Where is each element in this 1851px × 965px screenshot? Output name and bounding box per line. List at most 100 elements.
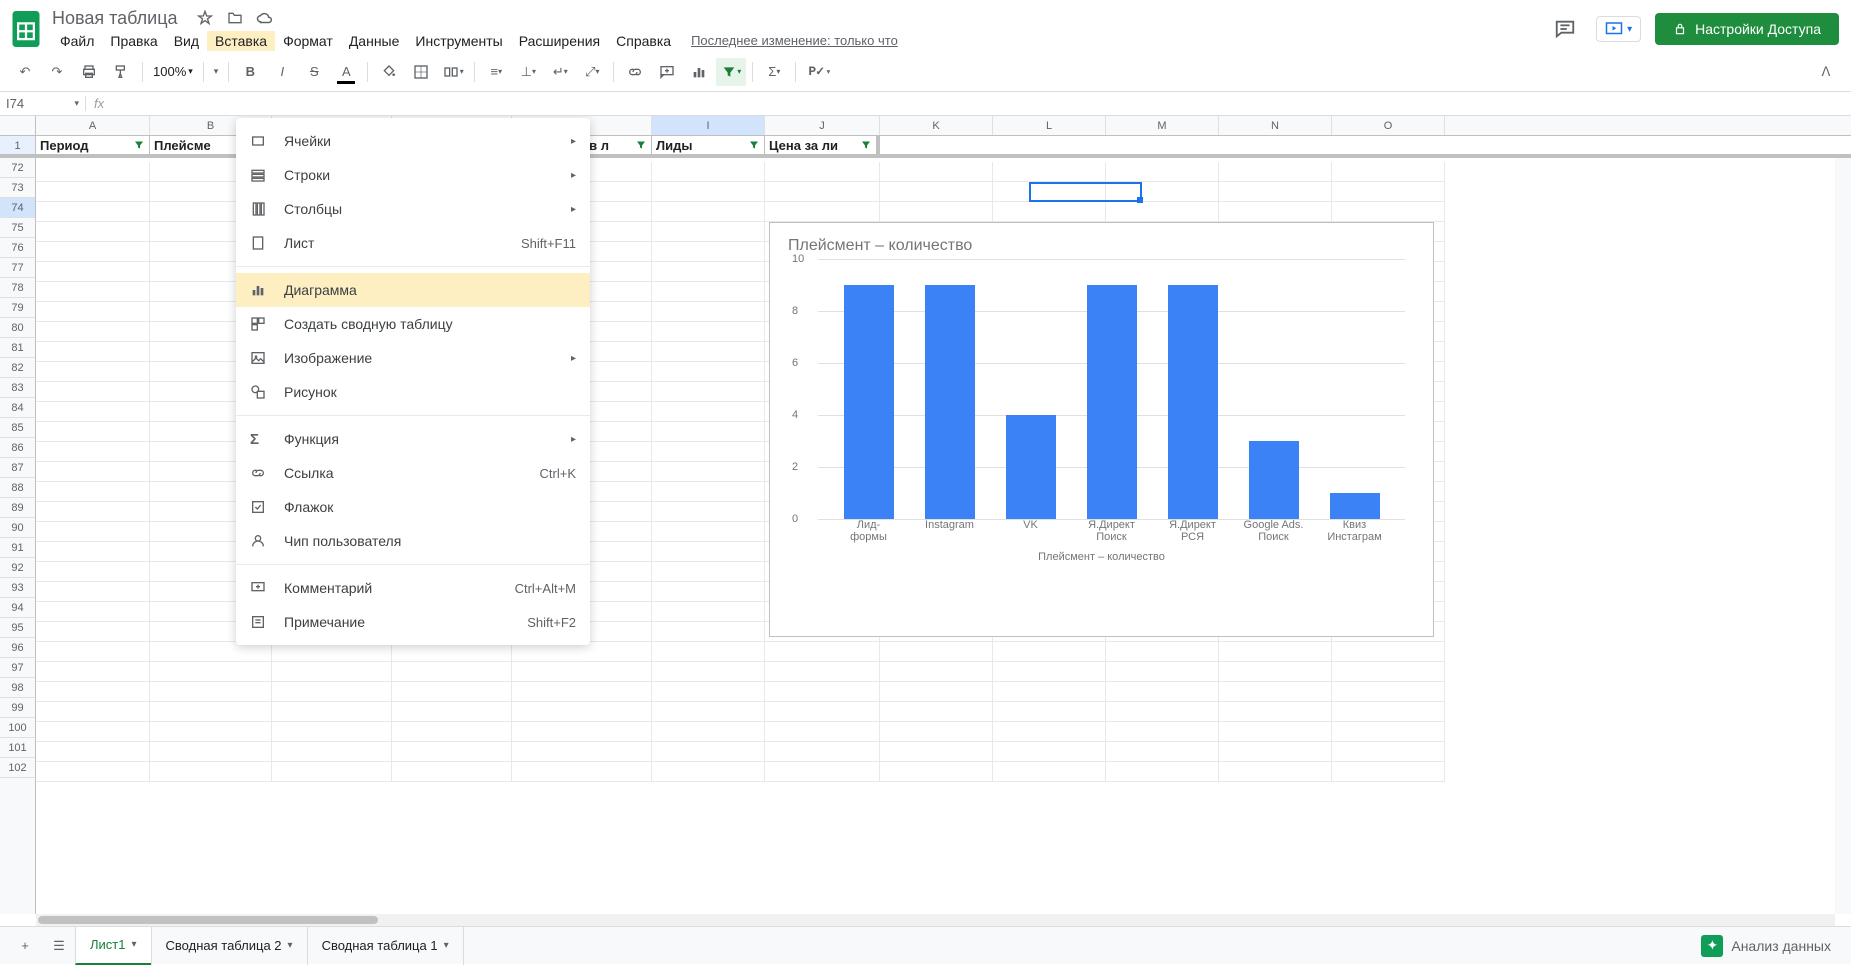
sheet-tab[interactable]: Лист1▾ [75, 927, 152, 965]
filter-button[interactable]: ▾ [716, 58, 746, 86]
rotate-button[interactable]: ⤢▾ [577, 58, 607, 86]
row-header-73[interactable]: 73 [0, 178, 35, 198]
menu-item-pivot[interactable]: Создать сводную таблицу [236, 307, 590, 341]
menu-вставка[interactable]: Вставка [207, 31, 275, 51]
share-button[interactable]: Настройки Доступа [1655, 13, 1839, 45]
borders-button[interactable] [406, 58, 436, 86]
menu-справка[interactable]: Справка [608, 31, 679, 51]
menu-item-function[interactable]: ΣФункция▸ [236, 422, 590, 456]
menu-item-drawing[interactable]: Рисунок [236, 375, 590, 409]
menu-формат[interactable]: Формат [275, 31, 341, 51]
menu-item-chart[interactable]: Диаграмма [236, 273, 590, 307]
menu-item-note[interactable]: ПримечаниеShift+F2 [236, 605, 590, 639]
row-header-101[interactable]: 101 [0, 738, 35, 758]
explore-button[interactable]: ✦ Анализ данных [1701, 935, 1843, 957]
menu-инструменты[interactable]: Инструменты [407, 31, 510, 51]
col-header-A[interactable]: A [36, 116, 150, 135]
strike-button[interactable]: S [299, 58, 329, 86]
halign-button[interactable]: ≡▾ [481, 58, 511, 86]
row-header-90[interactable]: 90 [0, 518, 35, 538]
sheet-menu-icon[interactable]: ▾ [288, 940, 293, 951]
fill-color-button[interactable] [374, 58, 404, 86]
zoom-select[interactable]: 100% ▾ [149, 64, 197, 79]
row-header-95[interactable]: 95 [0, 618, 35, 638]
row-header-99[interactable]: 99 [0, 698, 35, 718]
row-header-96[interactable]: 96 [0, 638, 35, 658]
filter-icon[interactable] [635, 139, 647, 151]
menu-item-comment[interactable]: КомментарийCtrl+Alt+M [236, 571, 590, 605]
move-icon[interactable] [226, 9, 244, 27]
sheets-logo[interactable] [8, 11, 44, 47]
row-header-91[interactable]: 91 [0, 538, 35, 558]
menu-item-chip[interactable]: Чип пользователя [236, 524, 590, 558]
bold-button[interactable]: B [235, 58, 265, 86]
menu-item-checkbox[interactable]: Флажок [236, 490, 590, 524]
name-box[interactable]: I74▾ [0, 96, 86, 111]
row-header-1[interactable]: 1 [0, 136, 35, 158]
header-cell[interactable]: Период [36, 136, 150, 154]
expand-toolbar-button[interactable]: ᐱ [1811, 58, 1841, 86]
h-scroll-thumb[interactable] [38, 916, 378, 924]
row-header-74[interactable]: 74 [0, 198, 35, 218]
row-header-86[interactable]: 86 [0, 438, 35, 458]
paint-format-button[interactable] [106, 58, 136, 86]
col-header-L[interactable]: L [993, 116, 1106, 135]
row-header-79[interactable]: 79 [0, 298, 35, 318]
row-header-87[interactable]: 87 [0, 458, 35, 478]
row-header-89[interactable]: 89 [0, 498, 35, 518]
menu-файл[interactable]: Файл [52, 31, 102, 51]
sheet-tab[interactable]: Сводная таблица 1▾ [307, 927, 464, 965]
insert-chart-button[interactable] [684, 58, 714, 86]
row-header-88[interactable]: 88 [0, 478, 35, 498]
col-header-I[interactable]: I [652, 116, 765, 135]
functions-button[interactable]: Σ▾ [759, 58, 789, 86]
insert-comment-button[interactable] [652, 58, 682, 86]
menu-item-cells[interactable]: Ячейки▸ [236, 124, 590, 158]
col-header-K[interactable]: K [880, 116, 993, 135]
print-button[interactable] [74, 58, 104, 86]
sheet-menu-icon[interactable]: ▾ [444, 940, 449, 951]
sheet-tab[interactable]: Сводная таблица 2▾ [151, 927, 308, 965]
addon-button[interactable]: P✓▾ [802, 58, 836, 86]
col-header-N[interactable]: N [1219, 116, 1332, 135]
menu-расширения[interactable]: Расширения [511, 31, 608, 51]
row-header-102[interactable]: 102 [0, 758, 35, 778]
menu-данные[interactable]: Данные [341, 31, 408, 51]
row-header-85[interactable]: 85 [0, 418, 35, 438]
cloud-icon[interactable] [256, 9, 274, 27]
filter-icon[interactable] [133, 139, 145, 151]
filter-icon[interactable] [748, 139, 760, 151]
row-header-82[interactable]: 82 [0, 358, 35, 378]
header-cell[interactable]: Лиды [652, 136, 765, 154]
menu-item-image[interactable]: Изображение▸ [236, 341, 590, 375]
all-sheets-button[interactable]: ☰ [42, 931, 76, 961]
col-header-O[interactable]: O [1332, 116, 1445, 135]
select-all-corner[interactable] [0, 116, 36, 136]
valign-button[interactable]: ⊥▾ [513, 58, 543, 86]
row-header-93[interactable]: 93 [0, 578, 35, 598]
row-header-77[interactable]: 77 [0, 258, 35, 278]
redo-button[interactable]: ↷ [42, 58, 72, 86]
col-header-M[interactable]: M [1106, 116, 1219, 135]
comments-button[interactable] [1548, 12, 1582, 46]
row-header-83[interactable]: 83 [0, 378, 35, 398]
link-button[interactable] [620, 58, 650, 86]
add-sheet-button[interactable]: + [8, 931, 42, 961]
star-icon[interactable] [196, 9, 214, 27]
filter-icon[interactable] [860, 139, 872, 151]
row-header-98[interactable]: 98 [0, 678, 35, 698]
menu-item-rows[interactable]: Строки▸ [236, 158, 590, 192]
row-header-84[interactable]: 84 [0, 398, 35, 418]
wrap-button[interactable]: ↵▾ [545, 58, 575, 86]
horizontal-scrollbar[interactable] [36, 914, 1835, 926]
spreadsheet-grid[interactable]: ABFGHIJKLMNO 172737475767778798081828384… [0, 116, 1851, 926]
row-header-81[interactable]: 81 [0, 338, 35, 358]
text-color-button[interactable]: A [331, 58, 361, 86]
italic-button[interactable]: I [267, 58, 297, 86]
row-header-97[interactable]: 97 [0, 658, 35, 678]
row-header-76[interactable]: 76 [0, 238, 35, 258]
present-button[interactable]: ▾ [1596, 16, 1641, 42]
sheet-menu-icon[interactable]: ▾ [131, 939, 136, 950]
format-dropdown[interactable]: ▾ [210, 58, 223, 86]
menu-вид[interactable]: Вид [166, 31, 207, 51]
